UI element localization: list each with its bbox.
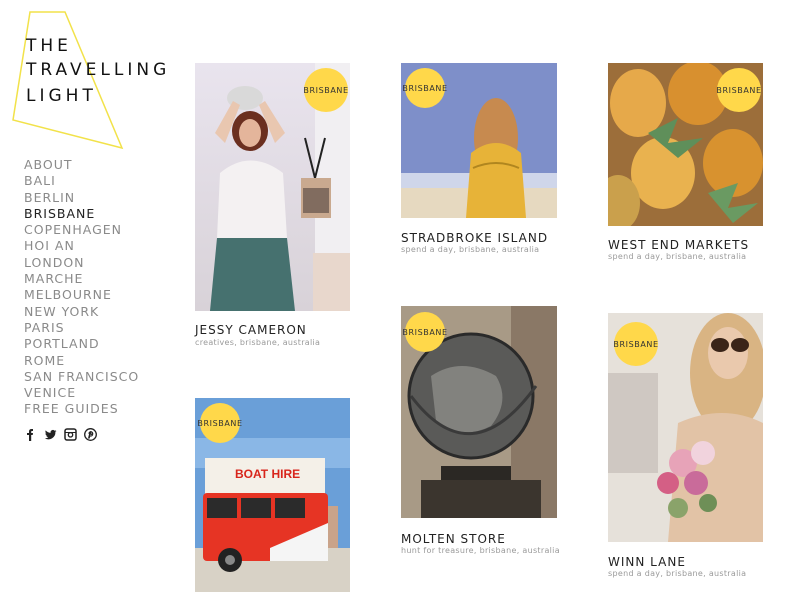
card-subtitle: creatives, brisbane, australia — [195, 338, 321, 347]
twitter-icon[interactable] — [44, 426, 57, 440]
nav-item-about[interactable]: ABOUT — [24, 157, 139, 173]
nav-item-new-york[interactable]: NEW YORK — [24, 304, 139, 320]
logo-outline — [12, 11, 124, 150]
city-badge: BRISBANE — [716, 68, 761, 112]
nav-item-san-francisco[interactable]: SAN FRANCISCO — [24, 369, 139, 385]
card-title[interactable]: WEST END MARKETS — [608, 238, 749, 252]
nav-item-venice[interactable]: VENICE — [24, 385, 139, 401]
nav-item-marche[interactable]: MARCHE — [24, 271, 139, 287]
facebook-icon[interactable] — [24, 426, 37, 441]
site-logo[interactable]: THE TRAVELLING LIGHT — [10, 8, 170, 153]
nav-item-paris[interactable]: PARIS — [24, 320, 139, 336]
nav-item-brisbane[interactable]: BRISBANE — [24, 206, 139, 222]
nav-item-hoi-an[interactable]: HOI AN — [24, 238, 139, 254]
nav-item-rome[interactable]: ROME — [24, 353, 139, 369]
city-badge: BRISBANE — [402, 312, 447, 352]
instagram-icon[interactable] — [64, 426, 77, 441]
city-badge: BRISBANE — [613, 322, 658, 366]
card-subtitle: spend a day, brisbane, australia — [608, 252, 747, 261]
card-subtitle: spend a day, brisbane, australia — [608, 569, 747, 578]
card-subtitle: spend a day, brisbane, australia — [401, 245, 540, 254]
nav-item-portland[interactable]: PORTLAND — [24, 336, 139, 352]
nav-item-free-guides[interactable]: FREE GUIDES — [24, 401, 139, 417]
nav-item-copenhagen[interactable]: COPENHAGEN — [24, 222, 139, 238]
logo-line-1: THE — [26, 36, 72, 56]
card-title[interactable]: WINN LANE — [608, 555, 686, 569]
social-links — [24, 426, 97, 441]
logo-line-2: TRAVELLING — [26, 60, 171, 80]
svg-text:BOAT HIRE: BOAT HIRE — [235, 467, 300, 481]
nav-item-berlin[interactable]: BERLIN — [24, 190, 139, 206]
city-badge: BRISBANE — [402, 68, 447, 108]
nav-item-london[interactable]: LONDON — [24, 255, 139, 271]
logo-line-3: LIGHT — [26, 86, 97, 106]
card-title[interactable]: STRADBROKE ISLAND — [401, 231, 548, 245]
city-badge: BRISBANE — [197, 403, 242, 443]
nav-item-bali[interactable]: BALI — [24, 173, 139, 189]
card-title[interactable]: MOLTEN STORE — [401, 532, 506, 546]
nav-item-melbourne[interactable]: MELBOURNE — [24, 287, 139, 303]
pinterest-icon[interactable] — [84, 426, 97, 441]
city-nav: ABOUT BALI BERLIN BRISBANE COPENHAGEN HO… — [24, 157, 139, 418]
card-title[interactable]: JESSY CAMERON — [195, 323, 307, 337]
card-subtitle: hunt for treasure, brisbane, australia — [401, 546, 560, 555]
city-badge: BRISBANE — [303, 68, 348, 112]
